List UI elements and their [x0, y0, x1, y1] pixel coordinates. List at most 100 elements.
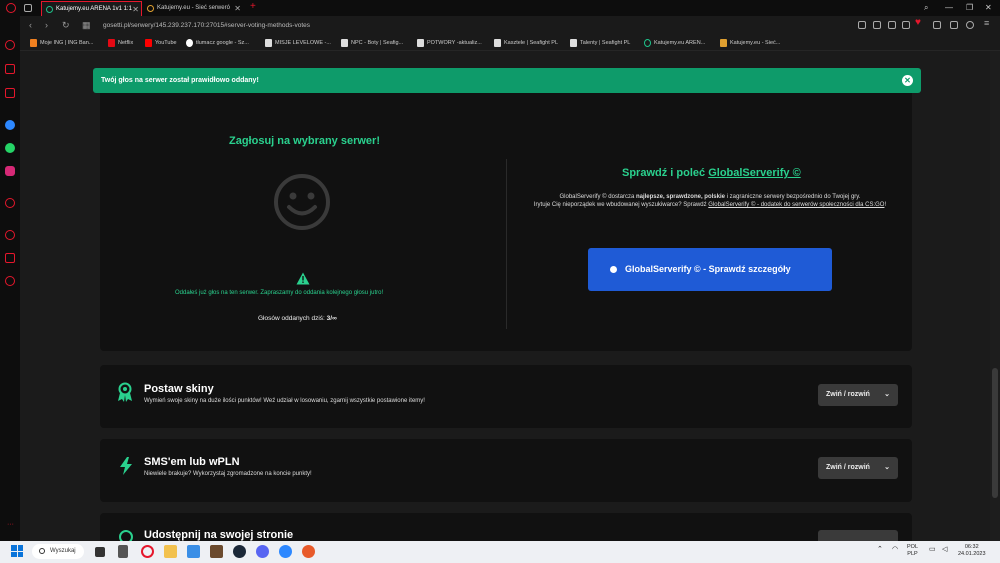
- search-icon: [39, 548, 45, 554]
- bookmark-item[interactable]: Talenty | Seafight PL: [570, 36, 630, 50]
- explorer-icon[interactable]: [164, 545, 177, 558]
- gs-title-prefix: Sprawdź i poleć: [622, 167, 706, 179]
- whatsapp-icon[interactable]: [5, 143, 15, 153]
- bookmark-item[interactable]: POTWORY -aktualiz...: [417, 36, 482, 50]
- extensions-icon[interactable]: [888, 21, 896, 29]
- cube-icon[interactable]: [933, 21, 941, 29]
- clock[interactable]: 06:32 24.01.2023: [958, 544, 986, 558]
- steam-icon[interactable]: [233, 545, 246, 558]
- shopping-icon[interactable]: [5, 64, 15, 74]
- photos-icon[interactable]: [187, 545, 200, 558]
- wifi-icon[interactable]: ◠: [892, 546, 898, 553]
- collapse-toggle-button[interactable]: Zwiń / rozwiń ⌄: [818, 457, 898, 479]
- back-icon[interactable]: ‹: [29, 16, 32, 35]
- taskbar-search[interactable]: Wyszukaj: [32, 544, 84, 559]
- bookmark-label: NPC - Boty | Seafig...: [351, 40, 404, 46]
- tab-favicon-icon: [147, 5, 154, 12]
- windows-start-icon[interactable]: [11, 545, 23, 557]
- lang-primary: POL: [907, 544, 919, 550]
- settings-icon[interactable]: [5, 276, 15, 286]
- collapse-toggle-button[interactable]: [818, 530, 898, 541]
- section-description: Wymień swoje skiny na duże ilości punktó…: [144, 398, 425, 404]
- app-icon[interactable]: [302, 545, 315, 558]
- snapshot-icon[interactable]: [873, 21, 881, 29]
- netflix-icon: [108, 39, 115, 47]
- gs-title-link[interactable]: GlobalServerify ©: [708, 167, 800, 179]
- chevron-up-icon[interactable]: ⌃: [877, 546, 883, 553]
- cube-sidebar-icon[interactable]: [5, 253, 15, 263]
- divider: [506, 159, 507, 329]
- bookmark-item[interactable]: NPC - Boty | Seafig...: [341, 36, 403, 50]
- more-icon[interactable]: ···: [7, 521, 14, 528]
- task-view-icon[interactable]: [95, 547, 105, 557]
- close-tab-icon[interactable]: ✕: [234, 1, 241, 16]
- section-title: SMS'em lub wPLN: [144, 456, 240, 468]
- bookmark-icon: [30, 39, 37, 47]
- reload-icon[interactable]: ↻: [62, 16, 70, 35]
- bookmark-label: tłumacz google - Sz...: [196, 40, 249, 46]
- close-window-button[interactable]: ✕: [985, 0, 992, 16]
- collapse-label: Zwiń / rozwiń: [826, 464, 870, 471]
- profile-icon[interactable]: [966, 21, 974, 29]
- twitch-icon[interactable]: [5, 88, 15, 98]
- votes-label: Głosów oddanych dziś:: [258, 315, 325, 322]
- bookmark-item[interactable]: Netflix: [108, 36, 133, 50]
- bookmark-item[interactable]: MISJE LEVELOWE -...: [265, 36, 331, 50]
- bookmark-label: Kasztele | Seafight PL: [504, 40, 559, 46]
- game-icon[interactable]: [210, 545, 223, 558]
- forward-icon[interactable]: ›: [45, 16, 48, 35]
- url-field[interactable]: gosetti.pl/serwery/145.239.237.170:27015…: [103, 16, 310, 35]
- calculator-icon[interactable]: [118, 545, 128, 558]
- language-indicator[interactable]: POL PLP: [907, 544, 918, 558]
- gs-addon-link[interactable]: GlobalServerify © - dodatek do serwerów …: [708, 202, 884, 208]
- easy-setup-icon[interactable]: [858, 21, 866, 29]
- bookmark-item[interactable]: Kasztele | Seafight PL: [494, 36, 558, 50]
- messenger-taskbar-icon[interactable]: [279, 545, 292, 558]
- collapse-toggle-button[interactable]: Zwiń / rozwiń ⌄: [818, 384, 898, 406]
- player-icon[interactable]: [5, 198, 15, 208]
- speed-dial-icon[interactable]: ▦: [82, 16, 91, 35]
- youtube-icon: [145, 39, 152, 47]
- bookmark-item[interactable]: Moje ING | ING Ban...: [30, 36, 93, 50]
- bookmark-item[interactable]: YouTube: [145, 36, 177, 50]
- warning-icon: [296, 272, 310, 285]
- globalserverify-description: GlobalServerify © dostarcza najlepsze, s…: [520, 193, 900, 209]
- history-icon[interactable]: [5, 230, 15, 240]
- messenger-icon[interactable]: [5, 120, 15, 130]
- discord-icon[interactable]: [256, 545, 269, 558]
- tab-katujemy-arena[interactable]: Katujemy.eu ARENA 1v1 1:1 ✕: [41, 1, 142, 16]
- votes-today: Głosów oddanych dziś: 3/∞: [258, 315, 337, 322]
- tab-label: Katujemy.eu - Sieć serweró: [157, 5, 230, 11]
- opera-taskbar-icon[interactable]: [141, 545, 154, 558]
- new-tab-button[interactable]: +: [250, 0, 256, 14]
- bookmark-label: Talenty | Seafight PL: [580, 40, 631, 46]
- katujemy-icon: [644, 39, 651, 47]
- close-tab-icon[interactable]: ✕: [132, 2, 139, 16]
- speed-dial-sidebar-icon[interactable]: [5, 40, 15, 50]
- opera-logo-icon[interactable]: [6, 3, 16, 13]
- award-icon: [118, 382, 132, 402]
- minimize-button[interactable]: —: [945, 0, 953, 16]
- gs-desc-text: Irytuje Cię nieporządek we wbudowanej wy…: [533, 202, 709, 208]
- bookmark-item[interactable]: tłumacz google - Sz...: [186, 36, 249, 50]
- bookmark-label: Moje ING | ING Ban...: [40, 40, 94, 46]
- workspaces-icon[interactable]: [24, 4, 32, 12]
- heart-icon[interactable]: ♥: [915, 17, 921, 28]
- search-tabs-icon[interactable]: ⌕: [924, 0, 928, 16]
- menu-icon[interactable]: ≡: [984, 18, 989, 28]
- bookmark-label: Katujemy.eu - Sieć...: [730, 40, 781, 46]
- send-icon[interactable]: [902, 21, 910, 29]
- speaker-icon[interactable]: ◁: [942, 546, 947, 553]
- bookmark-item[interactable]: Katujemy.eu AREN...: [644, 36, 705, 50]
- instagram-icon[interactable]: [5, 166, 15, 176]
- maximize-button[interactable]: ❐: [966, 0, 973, 16]
- scrollbar-thumb[interactable]: [992, 368, 998, 498]
- google-icon: [186, 39, 193, 47]
- wallet-icon[interactable]: [950, 21, 958, 29]
- globalserverify-button[interactable]: GlobalServerify © - Sprawdź szczegóły: [588, 248, 832, 291]
- display-icon[interactable]: ▭: [929, 546, 936, 553]
- bookmark-item[interactable]: Katujemy.eu - Sieć...: [720, 36, 780, 50]
- tab-katujemy-siec[interactable]: Katujemy.eu - Sieć serweró ✕: [143, 1, 243, 16]
- bookmark-label: Katujemy.eu AREN...: [654, 40, 706, 46]
- close-icon[interactable]: ✕: [902, 75, 913, 86]
